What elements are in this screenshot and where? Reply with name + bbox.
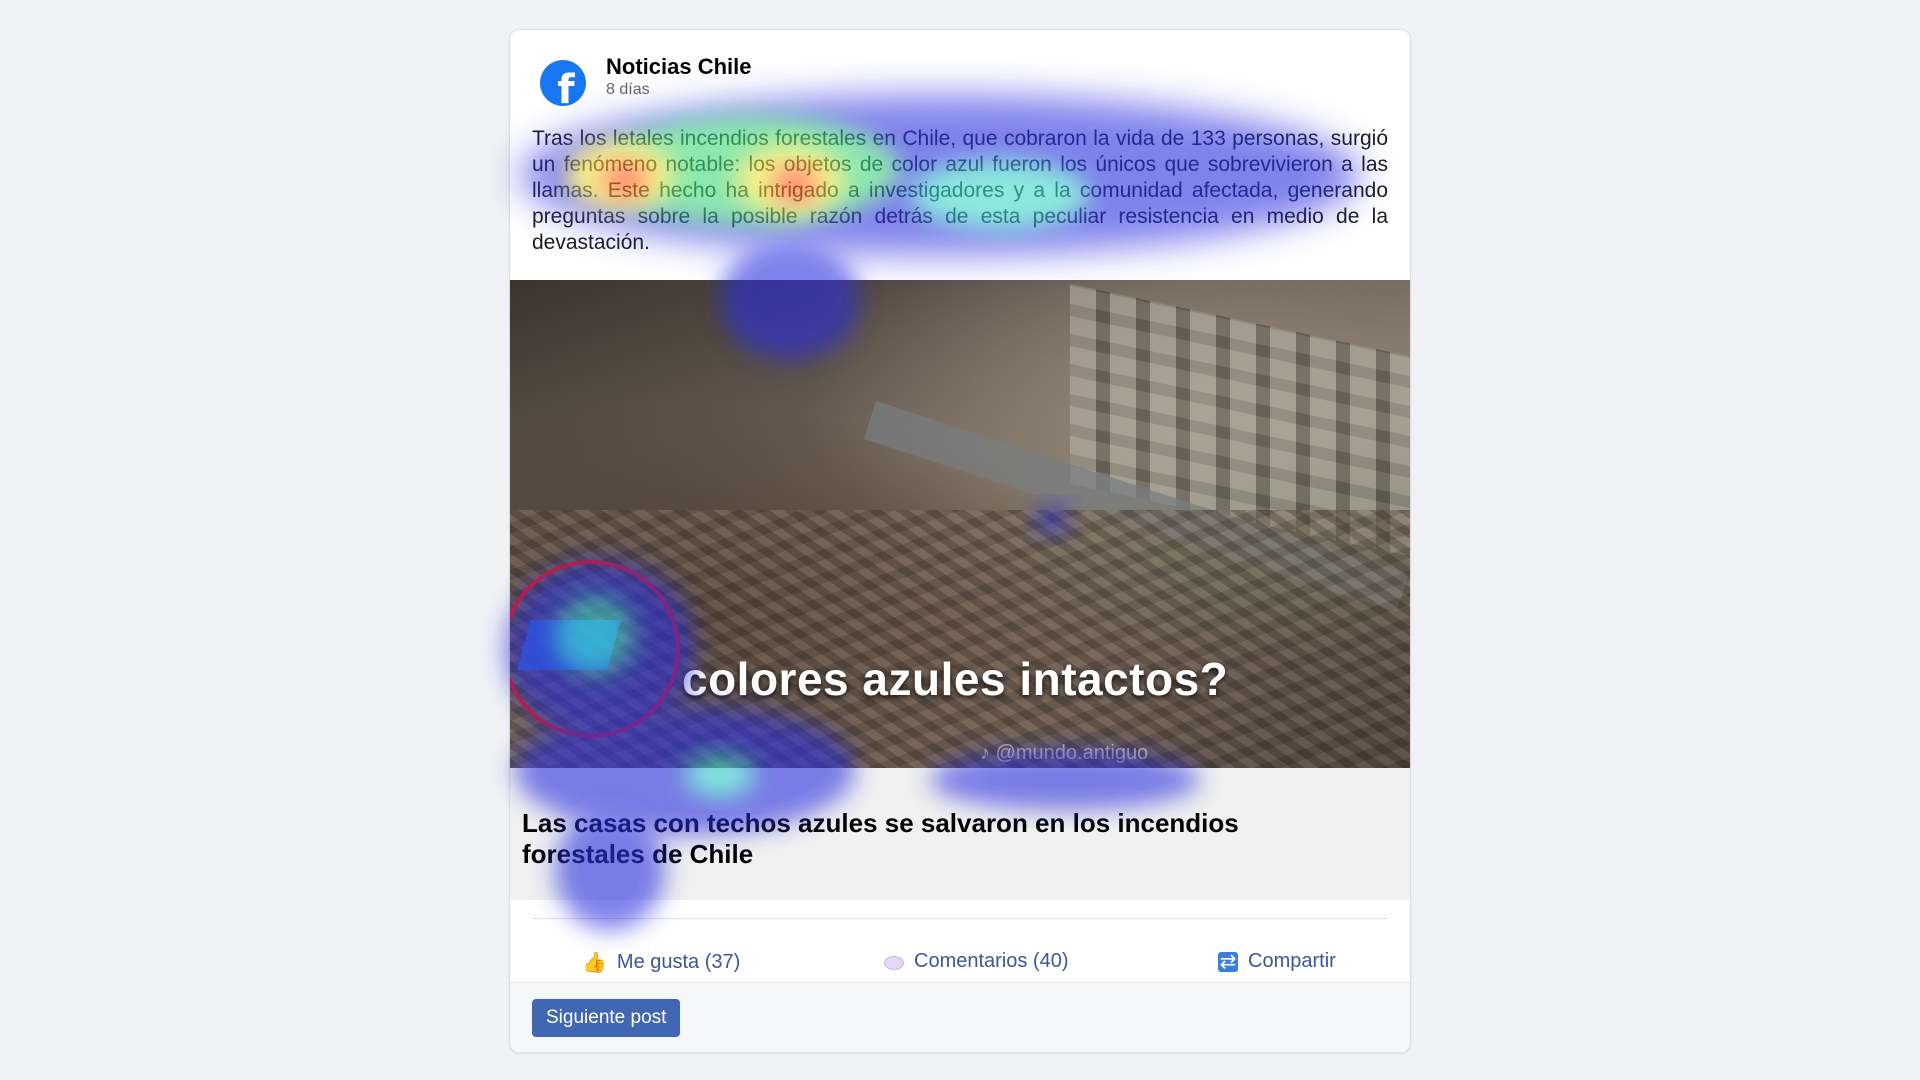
like-label: Me gusta (37) bbox=[616, 951, 741, 973]
post-image[interactable]: colores azules intactos? ♪ @mundo.antigu… bbox=[510, 280, 1410, 768]
post-card: f Noticias Chile 8 días Tras los letales… bbox=[509, 29, 1411, 1053]
post-text: Tras los letales incendios forestales en… bbox=[532, 127, 1388, 254]
next-post-button[interactable]: Siguiente post bbox=[532, 999, 681, 1037]
comment-bubble-icon bbox=[884, 955, 904, 970]
post-timestamp[interactable]: 8 días bbox=[606, 80, 751, 100]
image-watermark: ♪ @mundo.antiguo bbox=[980, 742, 1149, 764]
image-red-circle bbox=[510, 560, 680, 738]
page-name[interactable]: Noticias Chile bbox=[606, 54, 751, 80]
share-label: Compartir bbox=[1248, 950, 1336, 972]
thumbs-up-icon: 👍 bbox=[582, 952, 607, 974]
divider bbox=[532, 918, 1388, 919]
comment-label: Comentarios (40) bbox=[914, 950, 1069, 972]
link-preview[interactable]: Las casas con techos azules se salvaron … bbox=[510, 768, 1410, 900]
comment-button[interactable]: Comentarios (40) bbox=[884, 950, 1069, 973]
post-header: f Noticias Chile 8 días bbox=[540, 50, 751, 110]
share-button[interactable]: ⇄ Compartir bbox=[1218, 950, 1336, 973]
post-footer: Siguiente post bbox=[510, 982, 1410, 1052]
link-title[interactable]: Las casas con techos azules se salvaron … bbox=[522, 808, 1322, 870]
facebook-logo-icon[interactable]: f bbox=[540, 60, 586, 106]
post-header-text: Noticias Chile 8 días bbox=[606, 54, 751, 100]
like-button[interactable]: 👍 Me gusta (37) bbox=[582, 950, 740, 975]
share-icon: ⇄ bbox=[1218, 950, 1238, 973]
image-caption: colores azules intactos? bbox=[682, 653, 1229, 705]
